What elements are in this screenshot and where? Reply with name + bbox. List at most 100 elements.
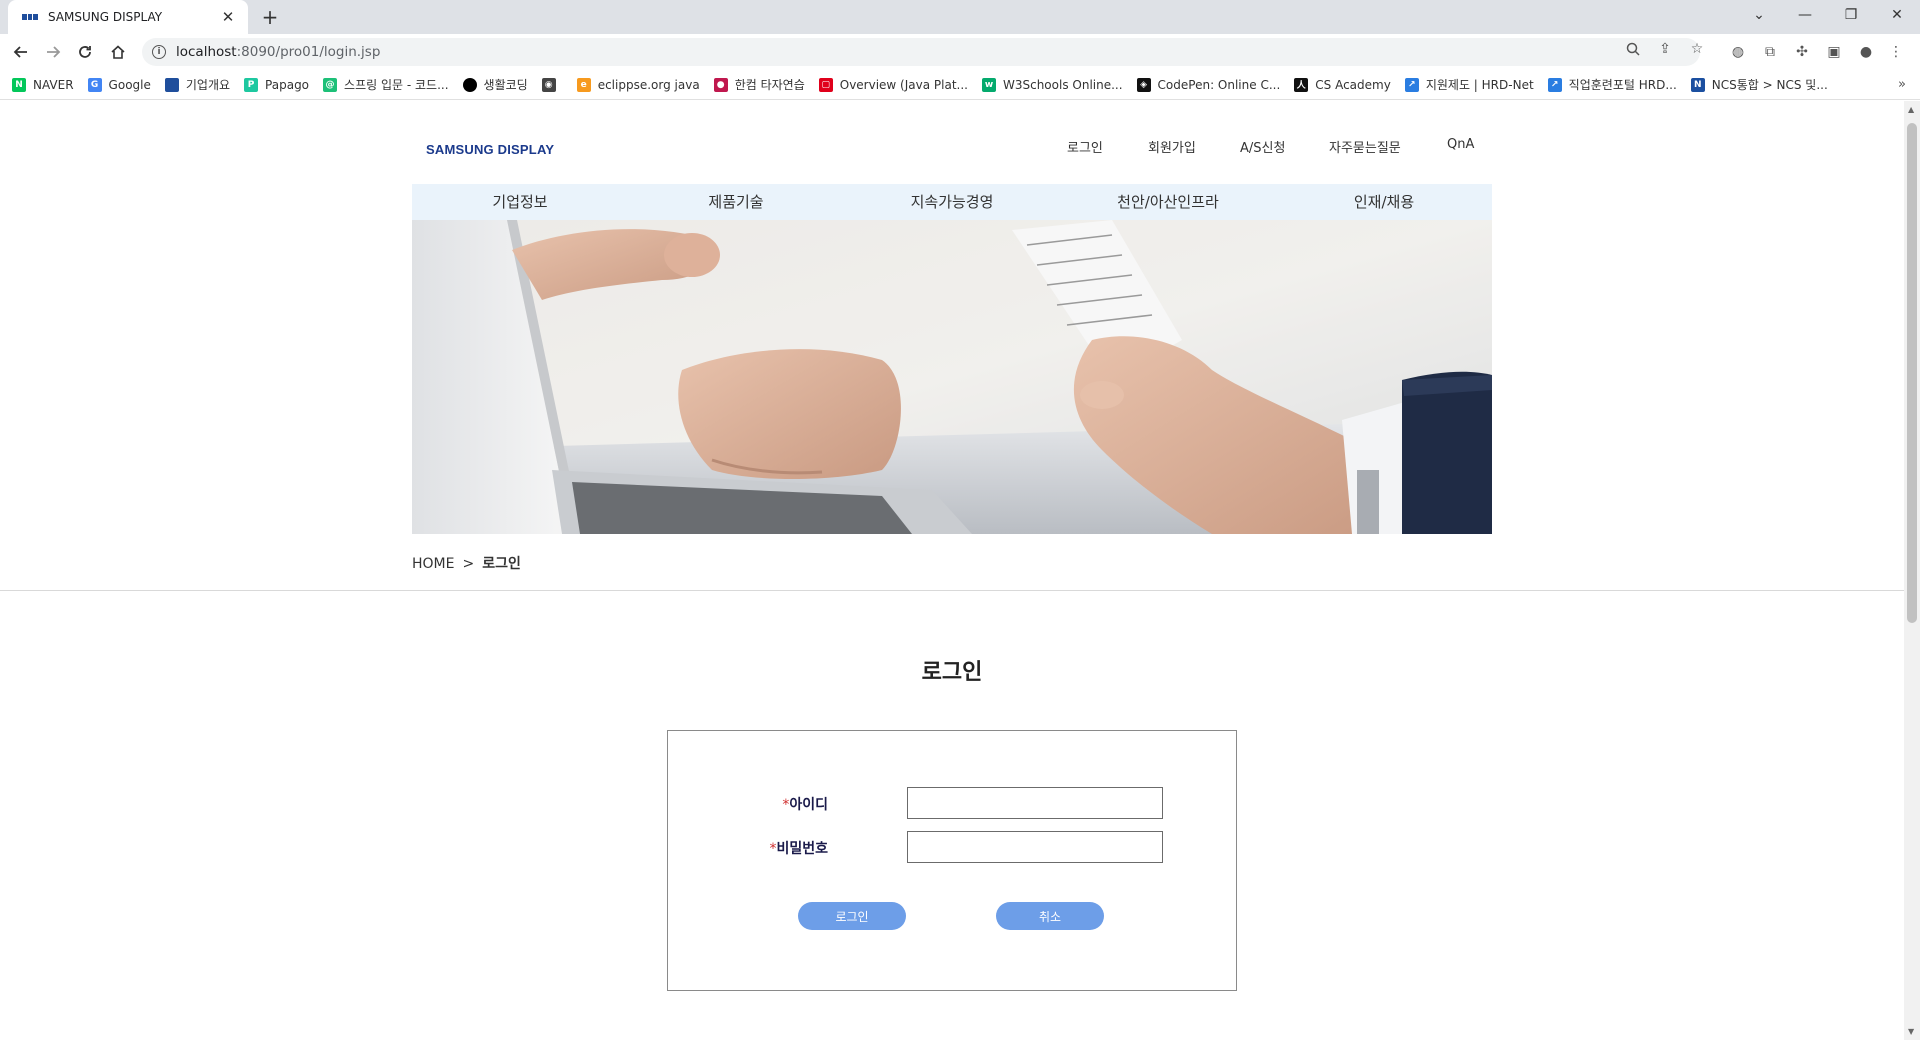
bookmark-item[interactable]: w W3Schools Online...	[981, 77, 1123, 92]
hrd-net-icon: ↗	[1404, 77, 1419, 92]
breadcrumb: HOME > 로그인	[412, 553, 521, 573]
bookmark-item[interactable]: N NCS통합 > NCS 및...	[1690, 76, 1828, 93]
browser-toolbar: i localhost:8090/pro01/login.jsp ⇪ ☆ ◍ ⧉…	[0, 34, 1920, 70]
nav-infrastructure[interactable]: 천안/아산인프라	[1117, 184, 1219, 220]
bookmark-label: 기업개요	[185, 78, 231, 92]
page-title: 로그인	[921, 660, 983, 685]
nav-sustainability[interactable]: 지속가능경영	[911, 184, 994, 220]
share-icon[interactable]: ⇪	[1656, 40, 1674, 58]
topnav-login-link[interactable]: 로그인	[1067, 137, 1103, 156]
bookmark-label: 한컴 타자연습	[734, 78, 805, 92]
bookmark-label: NCS통합 > NCS 및...	[1711, 78, 1828, 92]
password-label-text: 비밀번호	[776, 841, 828, 857]
bookmark-item[interactable]: 기업개요	[164, 76, 231, 93]
bookmark-label: eclippse.org java	[597, 77, 700, 92]
bookmark-item[interactable]: 생활코딩	[462, 76, 528, 93]
bookmark-label: NAVER	[33, 77, 74, 92]
home-icon[interactable]	[106, 40, 130, 64]
nav-careers[interactable]: 인재/채용	[1354, 184, 1414, 220]
more-bookmarks-chevron-icon[interactable]: »	[1898, 77, 1906, 92]
profile-avatar-icon[interactable]: ●	[1856, 42, 1876, 62]
forward-arrow-icon[interactable]	[41, 40, 65, 64]
scroll-down-arrow-icon[interactable]: ▼	[1908, 1027, 1914, 1036]
samsung-display-icon	[164, 77, 179, 92]
bookmark-label: W3Schools Online...	[1002, 77, 1123, 92]
tab-groups-icon[interactable]: ⧉	[1760, 42, 1780, 62]
w3schools-icon: w	[981, 77, 996, 92]
id-input[interactable]	[907, 787, 1163, 819]
codepen-icon: ◈	[1136, 77, 1151, 92]
password-input[interactable]	[907, 831, 1163, 863]
nav-company-info[interactable]: 기업정보	[492, 184, 547, 220]
bookmark-item[interactable]: @ 스프링 입문 - 코드...	[323, 76, 449, 93]
samsung-display-favicon-icon	[22, 14, 39, 20]
main-navigation: 기업정보 제품기술 지속가능경영 천안/아산인프라 인재/채용	[412, 184, 1492, 220]
section-divider	[0, 590, 1904, 591]
bookmark-label: 지원제도 | HRD-Net	[1425, 78, 1534, 92]
scrollbar-thumb[interactable]	[1907, 123, 1917, 623]
bookmark-label: Papago	[265, 77, 310, 92]
id-label: *아이디	[708, 794, 828, 814]
bookmark-item[interactable]: 人 CS Academy	[1294, 77, 1391, 92]
restore-icon[interactable]: ❐	[1828, 0, 1874, 30]
bookmark-label: Google	[108, 77, 151, 92]
reload-icon[interactable]	[73, 40, 97, 64]
globe-icon: ◉	[541, 77, 556, 92]
back-arrow-icon[interactable]	[9, 40, 33, 64]
site-info-icon[interactable]: i	[152, 45, 166, 59]
close-tab-icon[interactable]: ✕	[218, 7, 238, 27]
cancel-button[interactable]: 취소	[996, 902, 1104, 930]
extensions-puzzle-icon[interactable]: ✣	[1792, 42, 1812, 62]
naver-icon: N	[12, 77, 26, 92]
google-icon: G	[87, 77, 102, 92]
login-button[interactable]: 로그인	[798, 902, 906, 930]
tab-title: SAMSUNG DISPLAY	[48, 10, 163, 24]
side-panel-icon[interactable]: ▣	[1824, 42, 1844, 62]
bookmark-item[interactable]: P Papago	[244, 77, 310, 92]
new-tab-plus-icon[interactable]: +	[258, 5, 282, 29]
bookmark-label: 직업훈련포털 HRD...	[1568, 78, 1677, 92]
bookmarks-bar: N NAVER G Google 기업개요 P Papago @ 스프링 입문 - 코드... 생…	[0, 70, 1920, 100]
oracle-icon: ▢	[818, 77, 833, 92]
zoom-icon[interactable]	[1624, 40, 1642, 58]
breadcrumb-home-link[interactable]: HOME	[412, 556, 454, 572]
bookmark-item[interactable]: ◈ CodePen: Online C...	[1136, 77, 1281, 92]
window-close-icon[interactable]: ✕	[1874, 0, 1920, 30]
bookmark-item[interactable]: e eclippse.org java	[576, 77, 700, 92]
bookmark-item[interactable]: ↗ 직업훈련포털 HRD...	[1547, 76, 1677, 93]
scroll-up-arrow-icon[interactable]: ▲	[1908, 105, 1914, 114]
bookmark-star-icon[interactable]: ☆	[1688, 40, 1706, 58]
topnav-as-request-link[interactable]: A/S신청	[1240, 137, 1285, 156]
bookmark-item[interactable]: ◉	[541, 77, 563, 92]
topnav-qna-link[interactable]: QnA	[1447, 137, 1474, 152]
tab-search-chevron-icon[interactable]: ⌄	[1736, 0, 1782, 30]
bookmark-label: 스프링 입문 - 코드...	[344, 78, 449, 92]
login-form: *아이디 *비밀번호 로그인 취소	[667, 730, 1237, 991]
bookmark-label: CS Academy	[1315, 77, 1391, 92]
breadcrumb-separator: >	[462, 556, 475, 572]
ncs-icon: N	[1690, 77, 1705, 92]
page-viewport: SAMSUNG DISPLAY 로그인 회원가입 A/S신청 자주묻는질문 Qn…	[0, 101, 1904, 1040]
nav-product-tech[interactable]: 제품기술	[708, 184, 763, 220]
password-label: *비밀번호	[708, 838, 828, 858]
topnav-signup-link[interactable]: 회원가입	[1148, 137, 1196, 156]
id-label-text: 아이디	[789, 797, 828, 813]
topnav-faq-link[interactable]: 자주묻는질문	[1329, 137, 1401, 156]
bookmark-item[interactable]: G Google	[87, 77, 151, 92]
browser-menu-icon[interactable]: ⋮	[1886, 42, 1906, 62]
url-path: :8090/pro01/login.jsp	[236, 44, 381, 60]
bookmark-label: CodePen: Online C...	[1157, 77, 1281, 92]
papago-icon: P	[244, 77, 259, 92]
bookmark-item[interactable]: ▢ Overview (Java Plat...	[818, 77, 968, 92]
browser-tab[interactable]: SAMSUNG DISPLAY ✕	[8, 0, 248, 34]
page-scrollbar[interactable]: ▲ ▼	[1904, 101, 1920, 1040]
address-bar[interactable]: i localhost:8090/pro01/login.jsp	[142, 38, 1700, 66]
bookmark-item[interactable]: ↗ 지원제도 | HRD-Net	[1404, 76, 1534, 93]
extension-globe-icon[interactable]: ◍	[1728, 42, 1748, 62]
brand-logo[interactable]: SAMSUNG DISPLAY	[426, 142, 554, 157]
bookmark-item[interactable]: N NAVER	[12, 77, 74, 92]
eclipse-icon: e	[576, 77, 591, 92]
bookmark-label: Overview (Java Plat...	[839, 77, 968, 92]
bookmark-item[interactable]: ● 한컴 타자연습	[713, 76, 805, 93]
minimize-icon[interactable]: —	[1782, 0, 1828, 30]
